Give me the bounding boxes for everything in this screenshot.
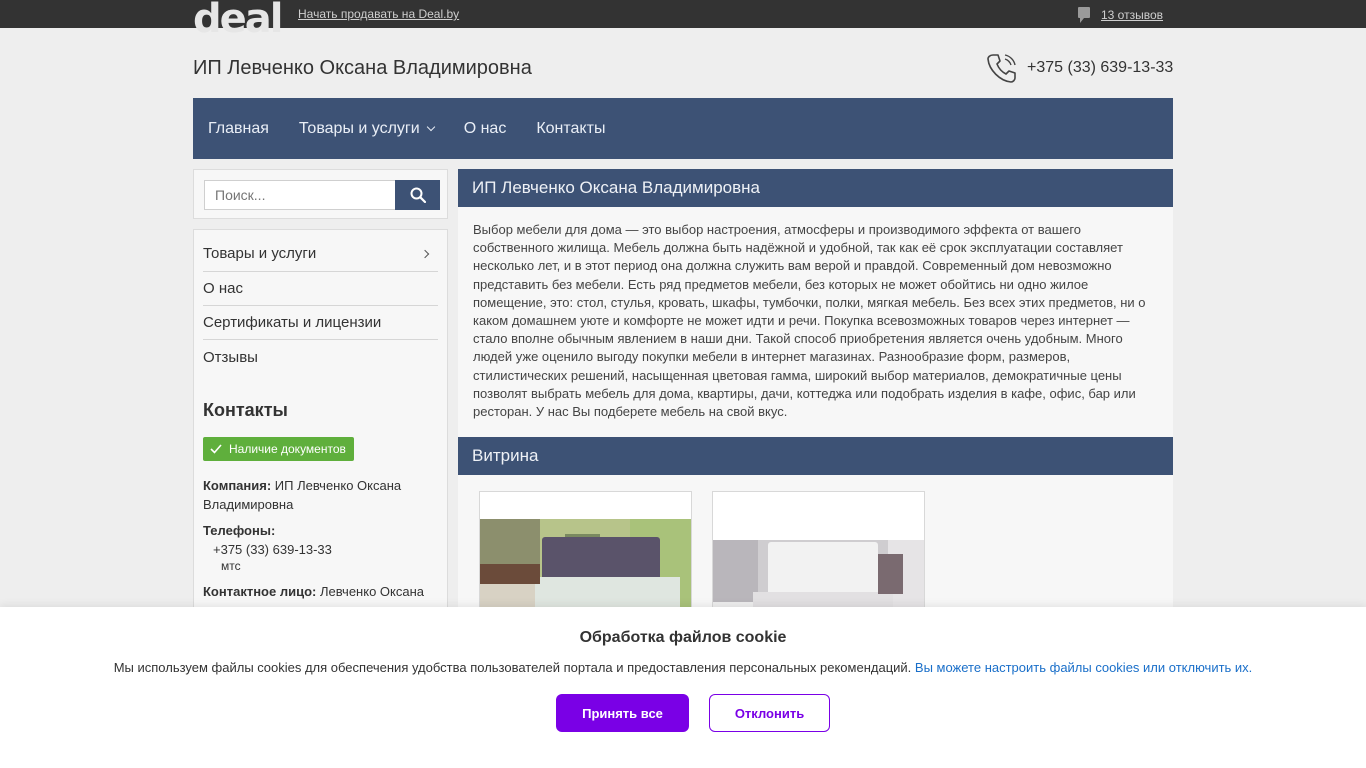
main-navigation: Главная Товары и услуги О нас Контакты — [193, 98, 1173, 159]
start-selling-link[interactable]: Начать продавать на Deal.by — [298, 7, 459, 21]
nav-products[interactable]: Товары и услуги — [298, 119, 435, 138]
sidebar-menu: Товары и услуги О нас Сертификаты и лице… — [203, 236, 438, 374]
cookie-text-line: Мы используем файлы cookies для обеспече… — [0, 660, 1366, 675]
about-text: Выбор мебели для дома — это выбор настро… — [473, 222, 1146, 420]
product-image-bed-purple — [480, 492, 691, 620]
contact-person-label: Контактное лицо: — [203, 584, 317, 599]
header-phone-number: +375 (33) 639-13-33 — [1027, 59, 1174, 76]
nav-contacts-label: Контакты — [536, 119, 606, 137]
nav-about[interactable]: О нас — [464, 120, 507, 138]
cookie-title: Обработка файлов cookie — [579, 629, 787, 646]
reviews-widget: 13 отзывов — [1077, 6, 1163, 24]
sidebar-item-certificates[interactable]: Сертификаты и лицензии — [203, 306, 438, 340]
chevron-right-icon — [420, 249, 430, 258]
nav-products-label: Товары и услуги — [298, 119, 420, 137]
contacts-title: Контакты — [203, 400, 288, 420]
search-panel — [193, 169, 448, 219]
cookie-banner: Обработка файлов cookie Мы используем фа… — [0, 607, 1366, 768]
phone-icon — [987, 54, 1016, 83]
check-icon — [210, 444, 222, 454]
product-card[interactable] — [479, 491, 692, 621]
comment-icon — [1078, 7, 1090, 23]
product-image-bed-white — [713, 492, 924, 620]
deal-logo[interactable]: deal — [193, 0, 285, 42]
phone-operator: мтс — [221, 559, 241, 573]
search-icon — [410, 187, 426, 203]
decline-button[interactable]: Отклонить — [709, 694, 830, 732]
documents-badge-label: Наличие документов — [229, 442, 346, 456]
logo-text: deal — [193, 0, 283, 42]
sidebar-item-label: Сертификаты и лицензии — [203, 314, 382, 331]
company-label: Компания: — [203, 478, 272, 493]
search-input[interactable] — [204, 180, 396, 210]
nav-about-label: О нас — [463, 119, 507, 137]
about-text-block: Выбор мебели для дома — это выбор настро… — [458, 207, 1173, 437]
cookie-settings-link[interactable]: Вы можете настроить файлы cookies или от… — [915, 660, 1252, 675]
nav-contacts[interactable]: Контакты — [536, 120, 605, 138]
chevron-down-icon — [426, 122, 435, 131]
phones-label: Телефоны: — [203, 523, 276, 538]
showcase-heading: Витрина — [458, 437, 1173, 475]
search-button[interactable] — [395, 180, 440, 210]
sidebar-item-label: О нас — [203, 280, 243, 297]
nav-home-label: Главная — [208, 119, 269, 137]
sidebar-item-about[interactable]: О нас — [203, 272, 438, 306]
nav-home[interactable]: Главная — [208, 120, 269, 138]
documents-badge[interactable]: Наличие документов — [203, 437, 354, 461]
reviews-link[interactable]: 13 отзывов — [1101, 8, 1163, 22]
contact-person: Контактное лицо: Левченко Оксана — [203, 582, 438, 601]
phones-label-line: Телефоны: — [203, 521, 438, 540]
top-bar: deal Начать продавать на Deal.by 13 отзы… — [0, 0, 1366, 39]
company-info: Компания: ИП Левченко Оксана Владимировн… — [203, 476, 438, 514]
sidebar-item-label: Товары и услуги — [203, 245, 317, 262]
accept-all-button[interactable]: Принять все — [556, 694, 689, 732]
product-card[interactable] — [712, 491, 925, 621]
main-heading: ИП Левченко Оксана Владимировна — [458, 169, 1173, 207]
sidebar-item-products[interactable]: Товары и услуги — [203, 236, 438, 272]
sidebar-item-reviews[interactable]: Отзывы — [203, 340, 438, 374]
header-phone[interactable]: +375 (33) 639-13-33 — [985, 51, 1173, 85]
sidebar-item-label: Отзывы — [203, 348, 258, 366]
cookie-text: Мы используем файлы cookies для обеспече… — [113, 660, 912, 675]
sidebar: Товары и услуги О нас Сертификаты и лице… — [193, 229, 448, 629]
contact-person-value: Левченко Оксана — [319, 584, 424, 599]
company-title: ИП Левченко Оксана Владимировна — [193, 57, 532, 79]
